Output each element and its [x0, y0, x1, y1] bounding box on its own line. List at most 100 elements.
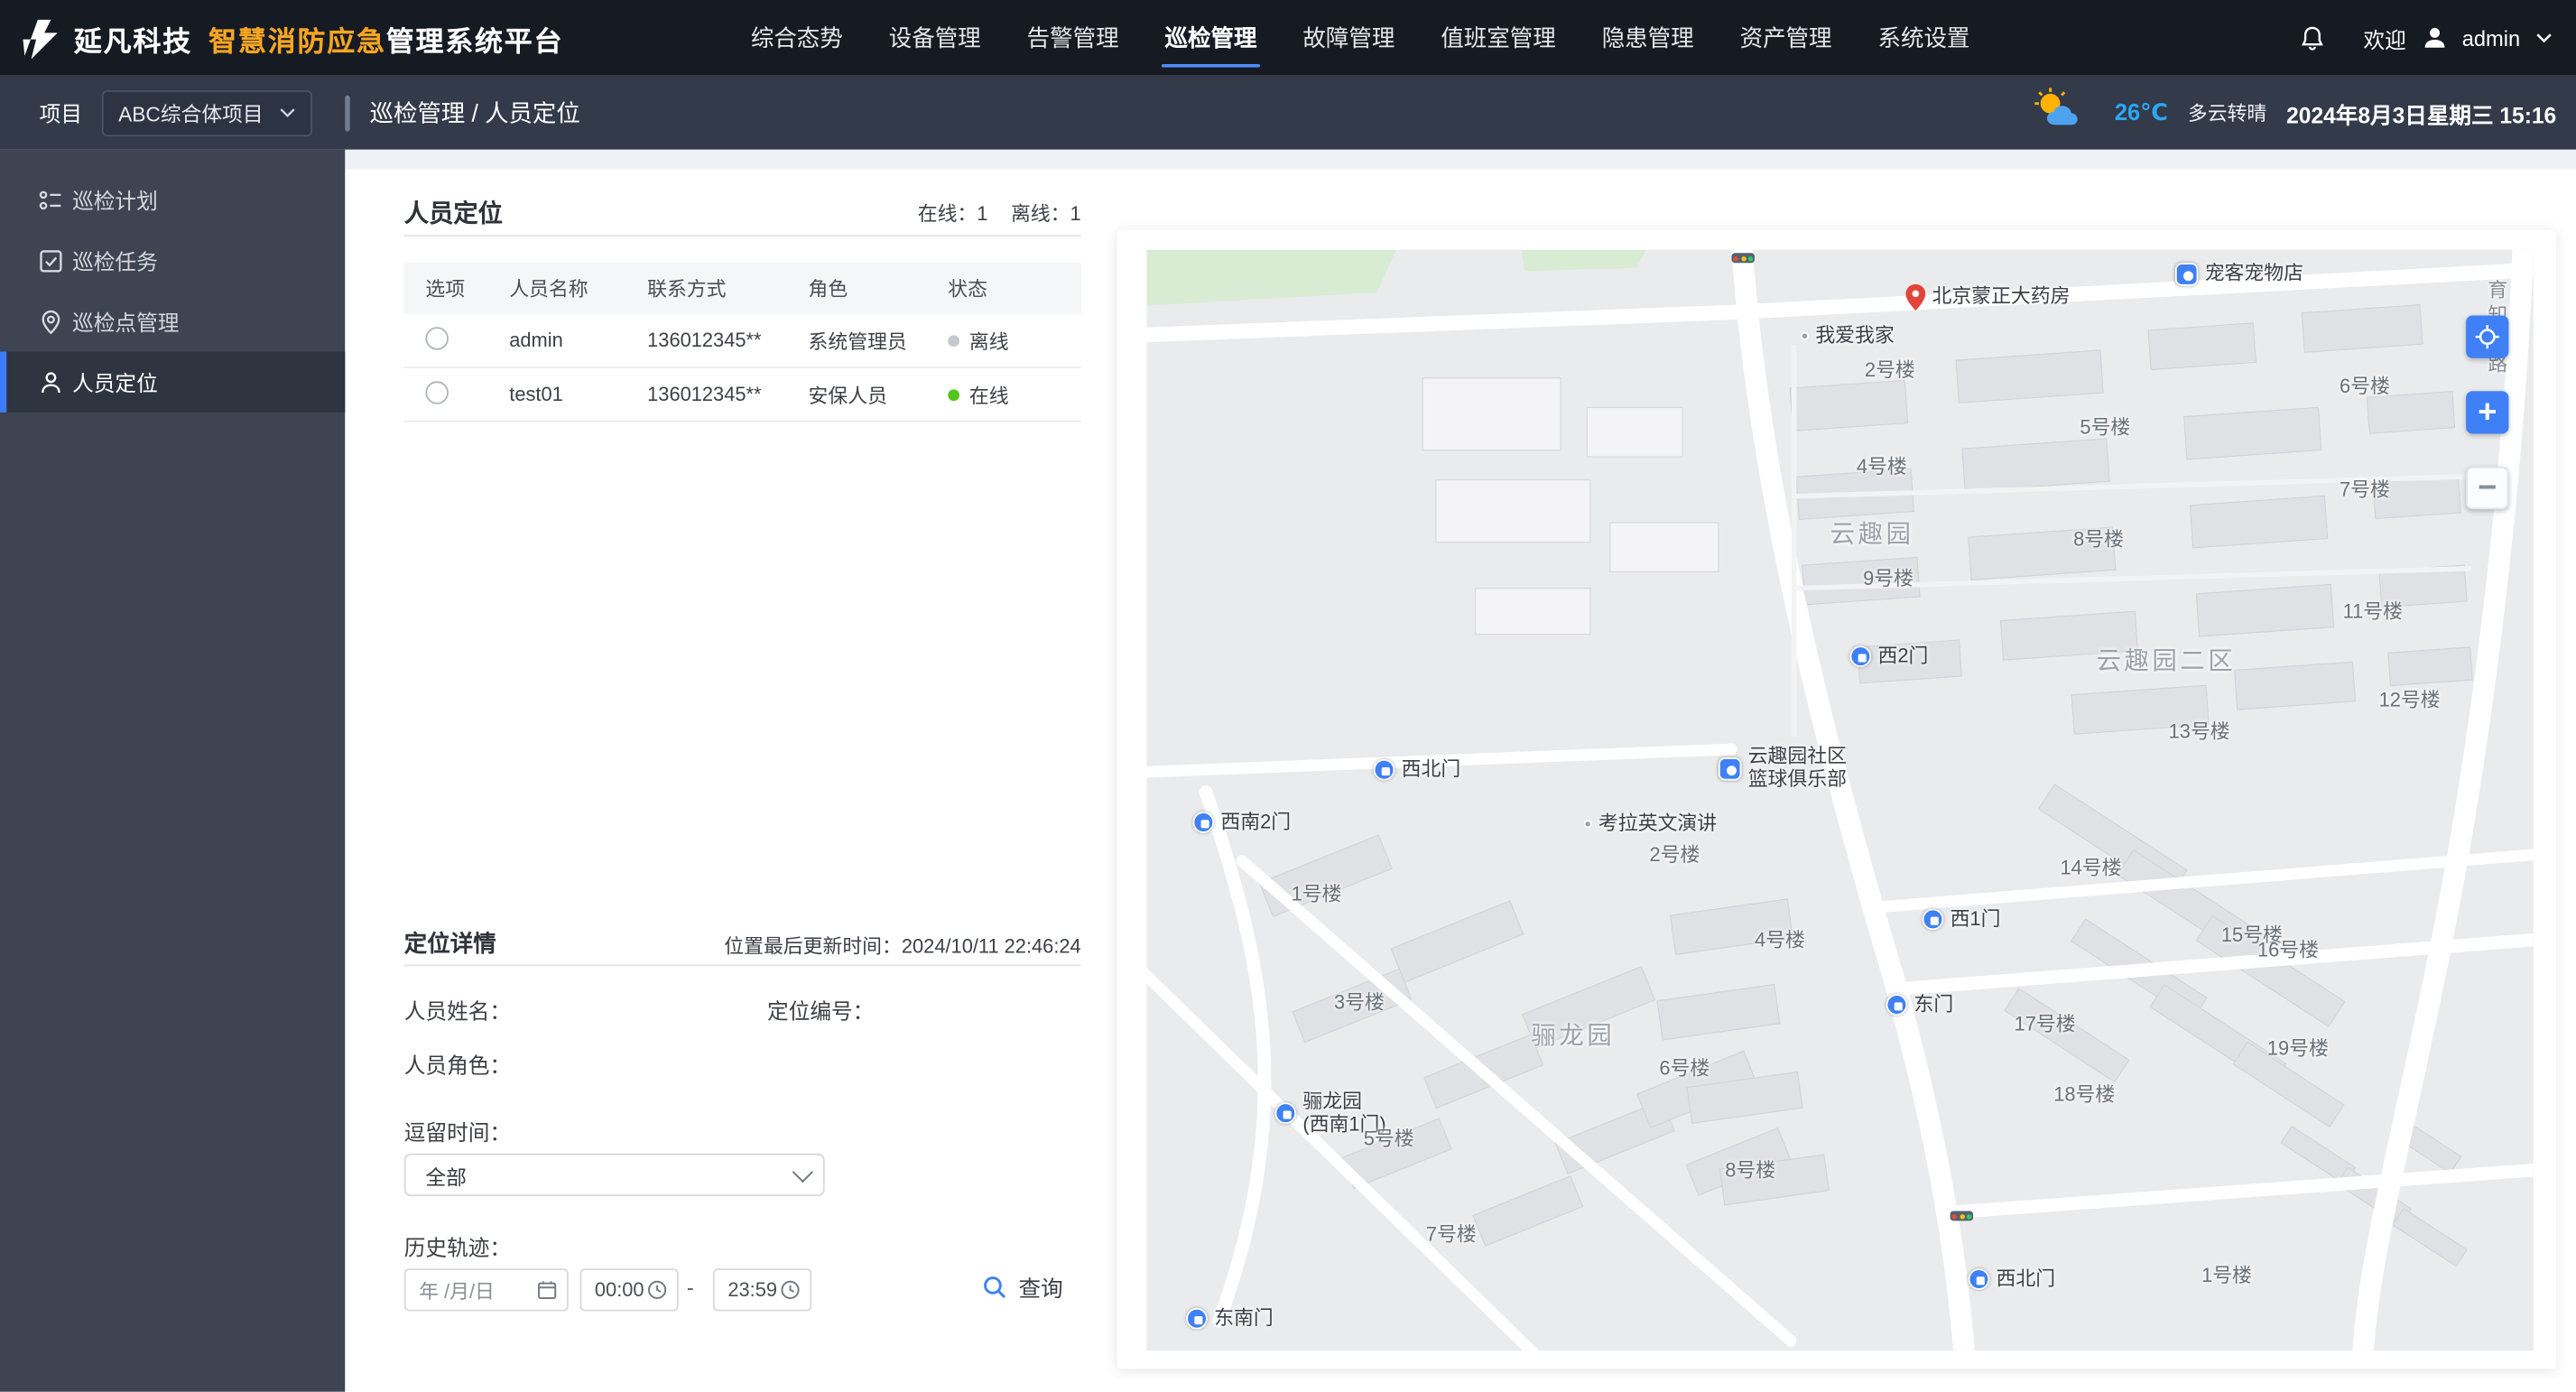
map-label-text: 11号楼 — [2342, 599, 2403, 623]
gate-icon — [1922, 909, 1944, 931]
personnel-table: 选项 人员名称 联系方式 角色 状态 admin 136012345** 系统管理员 离线 te… — [403, 263, 1081, 422]
plan-icon — [38, 187, 64, 213]
user-menu-chevron-icon[interactable] — [2535, 32, 2553, 45]
nav-item-告警管理[interactable]: 告警管理 — [1024, 14, 1122, 60]
map-label-text: 4号楼 — [1754, 928, 1805, 951]
project-select[interactable]: ABC综合体项目 — [101, 89, 312, 136]
online-offline-counts: 在线：1 离线：1 — [918, 199, 1081, 227]
map-label: 考拉英文演讲 — [1583, 812, 1717, 836]
map-label: 17号楼 — [2015, 1013, 2076, 1036]
poi-dot-icon — [1583, 820, 1592, 830]
map-label: 3号楼 — [1334, 991, 1385, 1015]
sidebar-item-巡检任务[interactable]: 巡检任务 — [0, 230, 345, 291]
sidebar-item-人员定位[interactable]: 人员定位 — [0, 351, 346, 413]
nav-item-值班室管理[interactable]: 值班室管理 — [1438, 14, 1560, 60]
app-title-highlight: 智慧消防应急 — [208, 25, 386, 57]
map-label: 西南2门 — [1192, 811, 1291, 834]
map-label: 东门 — [1886, 993, 1953, 1016]
locate-button[interactable] — [2466, 315, 2509, 358]
sidebar-item-label: 巡检点管理 — [72, 311, 180, 336]
time-start-input[interactable]: 00:00 — [579, 1268, 679, 1312]
app-title-rest: 管理系统平台 — [385, 25, 564, 57]
map-label: 8号楼 — [1725, 1158, 1776, 1183]
map-label: 1号楼 — [1292, 883, 1342, 906]
map-label-text: 14号楼 — [2060, 856, 2122, 879]
map-label: 西2门 — [1849, 645, 1928, 668]
map-label: 骊龙园 — [1531, 1022, 1615, 1050]
cell-phone: 136012345** — [647, 383, 762, 406]
map-label-text: 15号楼 — [2220, 923, 2283, 947]
date-placeholder: 年 /月/日 — [419, 1279, 495, 1303]
map-label-text: 2号楼 — [1649, 842, 1700, 867]
map-label-text: 4号楼 — [1856, 455, 1907, 478]
nav-item-设备管理[interactable]: 设备管理 — [885, 14, 984, 60]
map-label-text: 19号楼 — [2266, 1036, 2329, 1061]
location-detail-section: 定位详情 位置最后更新时间：2024/10/11 22:46:24 人员姓名： … — [403, 930, 1081, 1312]
stay-time-label: 逗留时间： — [403, 1120, 512, 1146]
nav-item-综合态势[interactable]: 综合态势 — [747, 14, 846, 60]
topbar-right: 欢迎 admin — [2298, 23, 2576, 54]
map-label: 9号楼 — [1863, 567, 1913, 591]
notifications-icon[interactable] — [2298, 23, 2326, 51]
table-row[interactable]: test01 136012345** 安保人员 在线 — [403, 368, 1081, 422]
status-dot — [948, 388, 959, 401]
map-label-text: 16号楼 — [2256, 938, 2319, 961]
sidebar: 巡检计划 巡检任务巡检点管理人员定位 — [0, 149, 346, 1392]
map[interactable]: 宠客宠物店 北京蒙正大药房 我爱我家 2号楼 6号楼 5号楼 4号楼 7号楼 云趣园 8号楼 9号楼… — [1146, 249, 2534, 1351]
map-label: 东南门 — [1186, 1306, 1274, 1331]
gate-icon — [1849, 646, 1872, 668]
main-content: 人员定位 在线：1 离线：1 选项 人员名称 联系方式 角色 状态 admin 13601… — [345, 149, 2576, 1392]
map-label: 8号楼 — [2073, 528, 2124, 552]
map-label-text: 西1门 — [1950, 906, 2001, 931]
map-label: 西1门 — [1922, 906, 2001, 932]
map-label: 7号楼 — [1426, 1223, 1477, 1247]
nav-item-系统设置[interactable]: 系统设置 — [1875, 14, 1973, 60]
nav-item-巡检管理[interactable]: 巡检管理 — [1161, 14, 1261, 68]
map-label-text: 西北门 — [1401, 757, 1461, 781]
map-label: 11号楼 — [2342, 599, 2403, 624]
time-end-input[interactable]: 23:59 — [712, 1268, 812, 1312]
sidebar-item-巡检点管理[interactable]: 巡检点管理 — [0, 291, 345, 351]
app: 延凡科技 智慧消防应急 管理系统平台 综合态势 设备管理 告警管理 巡检管理 故障管理值… — [0, 0, 2576, 1392]
point-icon — [38, 308, 64, 334]
datetime: 2024年8月3日星期三 15:16 — [2286, 102, 2557, 128]
locator-code-label: 定位编号： — [767, 998, 875, 1024]
map-label: 云趣园社区 篮球俱乐部 — [1718, 745, 1847, 791]
nav-item-故障管理[interactable]: 故障管理 — [1300, 14, 1398, 60]
nav-item-隐患管理[interactable]: 隐患管理 — [1598, 14, 1697, 60]
gate-icon — [1186, 1308, 1208, 1331]
username[interactable]: admin — [2462, 25, 2520, 50]
breadcrumb: 巡检管理 / 人员定位 — [369, 101, 580, 128]
stay-time-select[interactable]: 全部 — [403, 1153, 825, 1197]
poi-icon — [1718, 756, 1742, 781]
sidebar-item-巡检计划[interactable]: 巡检计划 — [0, 169, 345, 229]
map-card: 宠客宠物店 北京蒙正大药房 我爱我家 2号楼 6号楼 5号楼 4号楼 7号楼 云趣园 8号楼 9号楼… — [1117, 229, 2557, 1369]
map-label: 1号楼 — [2201, 1264, 2252, 1288]
zoom-in-button[interactable]: + — [2466, 391, 2509, 434]
map-label: 19号楼 — [2266, 1036, 2329, 1061]
map-label: 5号楼 — [1364, 1128, 1414, 1151]
map-label-text: 骊龙园 (西南1门) — [1302, 1089, 1386, 1136]
traffic-light-icon — [1950, 1211, 1974, 1221]
map-label-text: 8号楼 — [1725, 1158, 1776, 1182]
table-body: admin 136012345** 系统管理员 离线 test01 136012345**… — [403, 314, 1081, 422]
row-radio[interactable] — [425, 326, 449, 349]
map-label-text: 7号楼 — [2339, 478, 2390, 502]
chevron-down-icon — [280, 108, 295, 117]
user-avatar-icon[interactable] — [2421, 24, 2447, 51]
sidebar-item-label: 人员定位 — [72, 371, 158, 396]
map-label-text: 云趣园二区 — [2096, 647, 2237, 676]
zoom-out-button[interactable]: − — [2466, 466, 2509, 510]
weather-icon — [2029, 87, 2095, 137]
temperature: 26℃ — [2114, 98, 2169, 125]
map-label: 6号楼 — [1659, 1057, 1710, 1081]
column-header-联系方式: 联系方式 — [647, 277, 727, 302]
time-start-value: 00:00 — [594, 1278, 644, 1302]
table-row[interactable]: admin 136012345** 系统管理员 离线 — [403, 314, 1081, 368]
row-radio[interactable] — [425, 380, 449, 404]
date-input[interactable]: 年 /月/日 — [403, 1268, 569, 1312]
nav-item-资产管理[interactable]: 资产管理 — [1737, 14, 1835, 60]
map-label: 4号楼 — [1754, 928, 1805, 952]
map-label: 18号楼 — [2053, 1083, 2115, 1107]
query-button[interactable]: 查询 — [982, 1270, 1063, 1303]
